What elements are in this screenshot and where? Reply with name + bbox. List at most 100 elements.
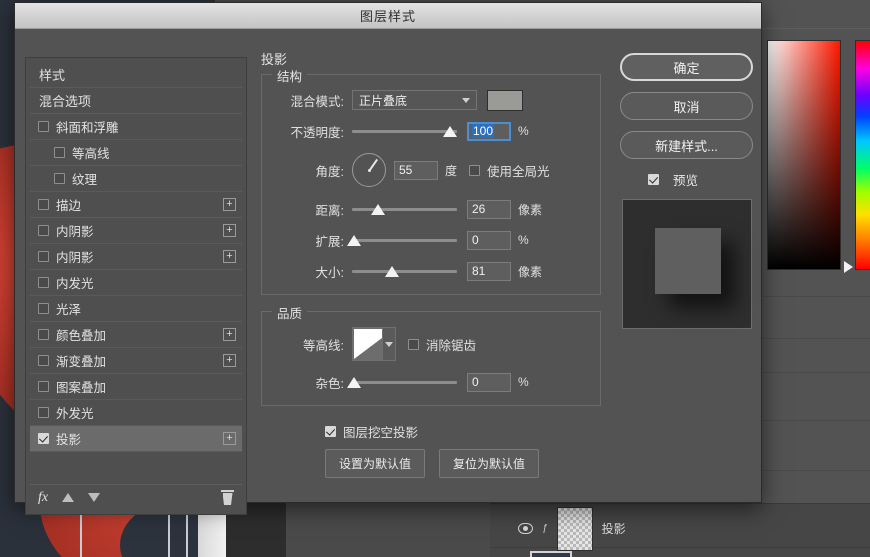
style-list-item[interactable]: 渐变叠加 + — [30, 348, 242, 374]
checkbox-icon[interactable] — [38, 225, 49, 236]
color-picker-hue-marker[interactable] — [844, 261, 853, 273]
style-list-item[interactable]: 斜面和浮雕 — [30, 114, 242, 140]
checkbox-icon[interactable] — [38, 407, 49, 418]
contour-preset-select[interactable] — [352, 327, 396, 361]
style-list-item[interactable]: 内阴影 + — [30, 244, 242, 270]
opacity-label: 不透明度: — [290, 125, 344, 140]
size-label: 大小: — [315, 265, 344, 280]
trash-icon[interactable] — [221, 490, 234, 505]
checkbox-icon[interactable] — [38, 355, 49, 366]
knockout-checkbox[interactable]: 图层挖空投影 — [325, 422, 601, 441]
distance-label: 距离: — [315, 203, 344, 218]
antialias-checkbox[interactable]: 消除锯齿 — [408, 335, 476, 354]
panel-separator — [750, 372, 870, 373]
checkbox-icon[interactable] — [38, 251, 49, 262]
add-effect-icon[interactable]: + — [223, 224, 236, 237]
color-picker-saturation-field[interactable] — [767, 40, 841, 270]
styles-sidebar: 样式 混合选项 斜面和浮雕 等高线 纹理 描边 + 内阴影 + 内阴影 + 内发光 光泽 颜色叠加 + 渐变叠… — [25, 57, 247, 515]
blend-mode-row: 混合模式: 正片叠底 — [274, 89, 588, 111]
add-effect-icon[interactable]: + — [223, 432, 236, 445]
style-list-item-label: 等高线 — [72, 147, 110, 161]
style-list-item[interactable]: 内发光 — [30, 270, 242, 296]
spread-label: 扩展: — [315, 234, 344, 249]
noise-slider[interactable] — [347, 373, 457, 391]
shadow-color-swatch[interactable] — [487, 89, 523, 111]
spread-slider[interactable] — [347, 231, 457, 249]
color-picker-hue-strip[interactable] — [855, 40, 870, 270]
layer-style-dialog: 图层样式 样式 混合选项 斜面和浮雕 等高线 纹理 描边 + 内阴影 + 内阴影 + 内发光 光泽 颜色叠… — [14, 2, 762, 515]
knockout-label: 图层挖空投影 — [343, 426, 419, 440]
spread-row: 扩展: 0 % — [274, 229, 588, 251]
cancel-button[interactable]: 取消 — [620, 92, 753, 120]
size-slider[interactable] — [352, 262, 457, 280]
ok-button[interactable]: 确定 — [620, 53, 753, 81]
dialog-body: 样式 混合选项 斜面和浮雕 等高线 纹理 描边 + 内阴影 + 内阴影 + 内发光 光泽 颜色叠加 + 渐变叠… — [15, 29, 761, 515]
fx-icon[interactable]: fx — [38, 490, 48, 506]
style-list-item[interactable]: 外发光 — [30, 400, 242, 426]
checkbox-icon[interactable] — [38, 121, 49, 132]
style-list-item[interactable]: 光泽 — [30, 296, 242, 322]
distance-value: 26 — [472, 202, 486, 216]
style-list-item-label: 混合选项 — [39, 94, 92, 109]
angle-input[interactable]: 55 — [394, 160, 438, 180]
distance-input[interactable]: 26 — [467, 199, 511, 219]
opacity-input[interactable]: 100 — [467, 121, 511, 141]
new-style-button[interactable]: 新建样式... — [620, 131, 753, 159]
style-list-item[interactable]: 等高线 — [30, 140, 242, 166]
checkbox-icon[interactable] — [54, 147, 65, 158]
eye-icon[interactable] — [518, 523, 533, 534]
opacity-slider[interactable] — [352, 122, 457, 140]
style-list-item[interactable]: 颜色叠加 + — [30, 322, 242, 348]
style-list-item[interactable]: 描边 + — [30, 192, 242, 218]
style-list-item[interactable]: 样式 — [30, 62, 242, 88]
checkbox-icon[interactable] — [38, 381, 49, 392]
global-light-checkbox[interactable]: 使用全局光 — [469, 161, 550, 180]
spread-input[interactable]: 0 — [467, 230, 511, 250]
style-list-item[interactable]: 混合选项 — [30, 88, 242, 114]
layer-row[interactable]: ƒ 投影 — [490, 506, 870, 551]
blend-mode-label: 混合模式: — [290, 94, 344, 109]
add-effect-icon[interactable]: + — [223, 328, 236, 341]
checkbox-checked-icon[interactable] — [38, 433, 49, 444]
blend-mode-select[interactable]: 正片叠底 — [352, 90, 477, 110]
panel-separator — [750, 296, 870, 297]
checkbox-icon[interactable] — [38, 329, 49, 340]
add-effect-icon[interactable]: + — [223, 354, 236, 367]
checkbox-icon[interactable] — [54, 173, 65, 184]
style-list-item[interactable]: 内阴影 + — [30, 218, 242, 244]
layer-thumbnail[interactable] — [556, 506, 593, 551]
dialog-titlebar[interactable]: 图层样式 — [15, 3, 761, 29]
style-list-item[interactable]: 图案叠加 — [30, 374, 242, 400]
angle-dial[interactable] — [352, 153, 386, 187]
move-down-icon[interactable] — [88, 493, 101, 502]
spread-value: 0 — [472, 233, 479, 247]
size-input[interactable]: 81 — [467, 261, 511, 281]
set-default-button[interactable]: 设置为默认值 — [325, 449, 426, 478]
reset-default-button[interactable]: 复位为默认值 — [439, 449, 540, 478]
style-list-item-label: 图案叠加 — [56, 381, 107, 395]
angle-row: 角度: 55 度 使用全局光 — [274, 151, 588, 189]
add-effect-icon[interactable]: + — [223, 250, 236, 263]
checkbox-icon[interactable] — [38, 199, 49, 210]
preview-shape — [655, 228, 721, 294]
style-list-item[interactable]: 纹理 — [30, 166, 242, 192]
antialias-label: 消除锯齿 — [426, 338, 477, 353]
preview-label: 预览 — [673, 174, 699, 188]
add-effect-icon[interactable]: + — [223, 198, 236, 211]
checkbox-icon[interactable] — [38, 277, 49, 288]
distance-slider[interactable] — [352, 200, 457, 218]
style-list-item[interactable]: 投影 + — [30, 426, 242, 452]
color-picker-panel[interactable] — [762, 28, 870, 296]
style-list-item-label: 样式 — [39, 68, 66, 83]
angle-unit: 度 — [445, 163, 458, 178]
move-up-icon[interactable] — [62, 493, 75, 502]
style-list-item-label: 内阴影 — [56, 225, 94, 239]
noise-input[interactable]: 0 — [467, 372, 511, 392]
layer-thumbnail-selected[interactable] — [530, 551, 572, 557]
dialog-title: 图层样式 — [359, 9, 416, 24]
style-list-item-label: 投影 — [56, 433, 82, 447]
chevron-down-icon — [385, 341, 393, 347]
preview-checkbox[interactable]: 预览 — [648, 170, 755, 189]
checkbox-icon[interactable] — [38, 303, 49, 314]
drop-shadow-settings: 投影 结构 混合模式: 正片叠底 不透明度: 100 % 角度: 55 度 使用… — [261, 49, 601, 478]
